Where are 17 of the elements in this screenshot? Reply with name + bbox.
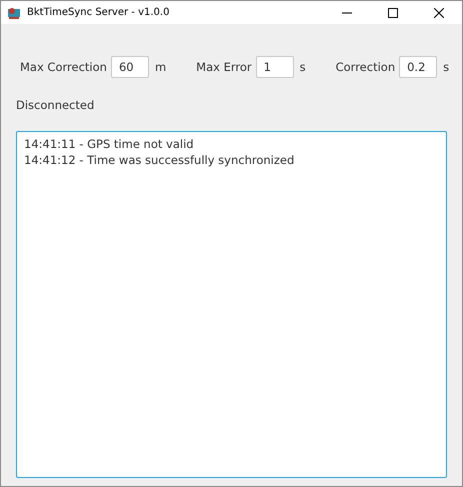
log-line: 14:41:12 - Time was successfully synchronized [24,152,294,168]
log-line: 14:41:11 - GPS time not valid [24,136,194,152]
connection-status: Disconnected [16,98,94,112]
app-icon [7,6,21,20]
setting-field[interactable]: 1 [256,56,294,78]
maximize-icon [388,8,398,18]
setting-label: Max Correction [20,60,107,74]
close-icon [434,8,444,18]
unit-label: s [443,60,450,74]
setting-field[interactable]: 60 [110,56,149,78]
setting-label: Max Error [196,60,252,74]
unit-label: m [154,60,166,74]
log-area[interactable]: 14:41:11 - GPS time not valid 14:41:12 - Time was successfully synchronized [16,131,447,478]
setting-field[interactable]: 0.2 [399,56,438,78]
window-title: BktTimeSync Server - v1.0.0 [27,7,170,18]
unit-label: s [300,60,306,74]
setting-label: Correction [336,60,396,74]
